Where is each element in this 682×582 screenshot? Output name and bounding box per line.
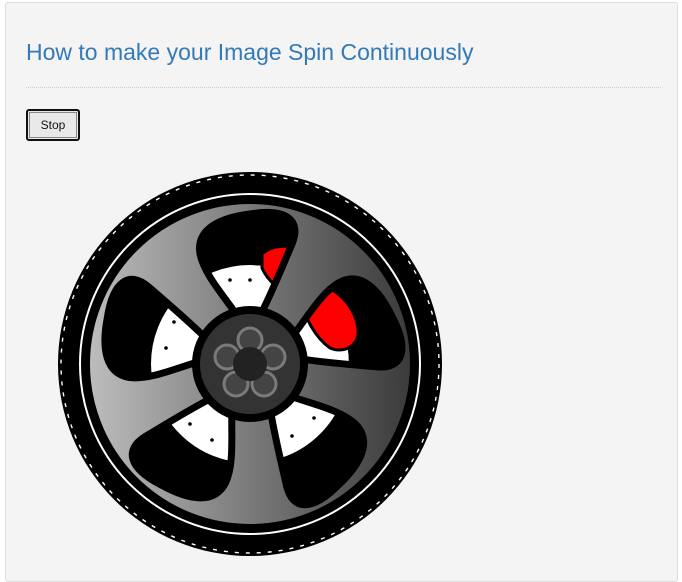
stop-button[interactable]: Stop [26, 109, 80, 141]
title-divider [26, 87, 661, 88]
spinning-wheel-icon [58, 172, 442, 556]
content-panel: How to make your Image Spin Continuously… [5, 2, 678, 582]
page-title: How to make your Image Spin Continuously [26, 39, 474, 65]
